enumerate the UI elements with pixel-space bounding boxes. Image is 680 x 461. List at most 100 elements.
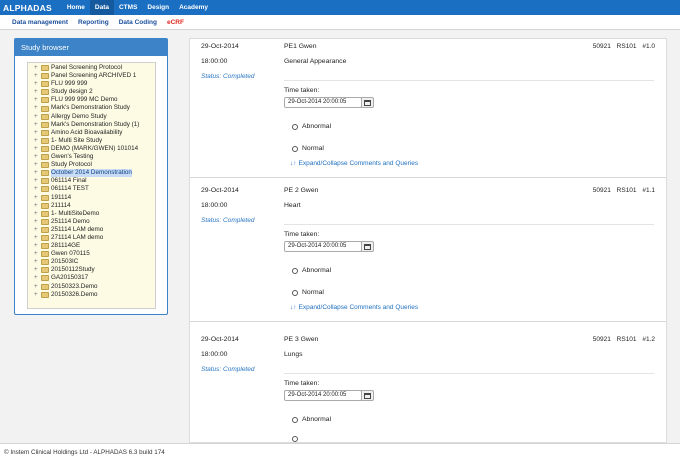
expand-plus-icon[interactable]: + xyxy=(34,177,41,185)
radio-abnormal[interactable]: Abnormal xyxy=(292,267,331,274)
expand-plus-icon[interactable]: + xyxy=(34,258,41,266)
expand-plus-icon[interactable]: + xyxy=(34,242,41,250)
expand-plus-icon[interactable]: + xyxy=(34,283,41,291)
tree-item[interactable]: + Gwen's Testing xyxy=(28,153,155,161)
calendar-button[interactable] xyxy=(361,241,374,252)
radio-icon[interactable] xyxy=(292,436,298,442)
radio-normal[interactable]: Normal xyxy=(292,289,324,296)
tree-item[interactable]: + Mark's Demonstration Study xyxy=(28,104,155,112)
expand-plus-icon[interactable]: + xyxy=(34,274,41,282)
tree-item[interactable]: +201503IC xyxy=(28,258,155,266)
expand-plus-icon[interactable]: + xyxy=(34,234,41,242)
nav-ctms[interactable]: CTMS xyxy=(114,0,142,15)
folder-icon xyxy=(41,162,49,169)
nav-design[interactable]: Design xyxy=(142,0,174,15)
tree-item[interactable]: + Study Protocol xyxy=(28,161,155,169)
expand-plus-icon[interactable]: + xyxy=(34,161,41,169)
tree-item[interactable]: +281114GE xyxy=(28,242,155,250)
expand-plus-icon[interactable]: + xyxy=(34,218,41,226)
tree-item-label: 061114 TEST xyxy=(51,185,89,193)
tree-item-label: 20150323.Demo xyxy=(51,282,98,290)
tree-item[interactable]: +061114 TEST xyxy=(28,185,155,193)
tree-item[interactable]: + Study design 2 xyxy=(28,88,155,96)
tree-item[interactable]: +20150112Study xyxy=(28,266,155,274)
expand-plus-icon[interactable]: + xyxy=(34,250,41,258)
tree-item-label: Mark's Demonstration Study xyxy=(51,104,130,112)
subnav-ecrf[interactable]: eCRF xyxy=(167,19,184,26)
tree-item[interactable]: +271114 LAM demo xyxy=(28,234,155,242)
tree-item[interactable]: + GA20150317 xyxy=(28,274,155,282)
expand-plus-icon[interactable]: + xyxy=(34,185,41,193)
tree-item[interactable]: +1- MultiSiteDemo xyxy=(28,210,155,218)
expand-plus-icon[interactable]: + xyxy=(34,121,41,129)
tree-item[interactable]: + October 2014 Demonstration xyxy=(28,169,155,178)
radio-abnormal[interactable]: Abnormal xyxy=(292,416,331,423)
radio-icon[interactable] xyxy=(292,416,298,423)
tree-item[interactable]: + Mark's Demonstration Study (1) xyxy=(28,121,155,129)
expand-plus-icon[interactable]: + xyxy=(34,64,41,72)
expand-plus-icon[interactable]: + xyxy=(34,266,41,274)
tree-item[interactable]: +061114 Final xyxy=(28,177,155,185)
radio-normal[interactable]: Normal xyxy=(292,145,324,152)
expand-collapse-label: Expand/Collapse Comments and Queries xyxy=(298,160,419,167)
app-logo[interactable]: ALPHADAS xyxy=(0,3,62,13)
radio-icon[interactable] xyxy=(292,145,298,152)
tree-item[interactable]: + FLU 999 999 xyxy=(28,80,155,88)
expand-plus-icon[interactable]: + xyxy=(34,129,41,137)
expand-collapse-link[interactable]: ↓↑ Expand/Collapse Comments and Queries xyxy=(290,160,418,167)
expand-plus-icon[interactable]: + xyxy=(34,137,41,145)
expand-plus-icon[interactable]: + xyxy=(34,96,41,104)
nav-academy[interactable]: Academy xyxy=(174,0,213,15)
record-title: PE 2 Gwen xyxy=(284,187,319,194)
expand-plus-icon[interactable]: + xyxy=(34,88,41,96)
tree-item[interactable]: +211114 xyxy=(28,202,155,210)
tree-item[interactable]: + DEMO (MARK/GWEN) 101014 xyxy=(28,145,155,153)
expand-plus-icon[interactable]: + xyxy=(34,113,41,121)
radio-abnormal[interactable]: Abnormal xyxy=(292,123,331,130)
radio-icon[interactable] xyxy=(292,289,298,296)
time-taken-input[interactable]: 29-Oct-2014 20:00:05 xyxy=(284,390,362,401)
folder-icon xyxy=(41,291,49,298)
tree-item[interactable]: +191114 xyxy=(28,194,155,202)
tree-item[interactable]: + Allergy Demo Study xyxy=(28,113,155,121)
tree-item[interactable]: +1- Multi Site Study xyxy=(28,137,155,145)
expand-plus-icon[interactable]: + xyxy=(34,145,41,153)
radio-icon[interactable] xyxy=(292,123,298,130)
expand-plus-icon[interactable]: + xyxy=(34,291,41,299)
tree-item[interactable]: + Gwen 070115 xyxy=(28,250,155,258)
time-taken-input[interactable]: 29-Oct-2014 20:00:05 xyxy=(284,241,362,252)
tree-item[interactable]: + Panel Screening Protocol xyxy=(28,64,155,72)
tree-item-label: 061114 Final xyxy=(51,177,87,185)
subnav-reporting[interactable]: Reporting xyxy=(78,19,109,26)
radio-icon[interactable] xyxy=(292,267,298,274)
nav-data[interactable]: Data xyxy=(89,0,114,15)
study-tree[interactable]: + Panel Screening Protocol + Panel Screenin… xyxy=(27,62,156,309)
tree-item[interactable]: +20150326.Demo xyxy=(28,291,155,299)
expand-plus-icon[interactable]: + xyxy=(34,72,41,80)
folder-icon xyxy=(41,275,49,282)
tree-item[interactable]: +20150323.Demo xyxy=(28,283,155,291)
tree-item[interactable]: + FLU 999 999 MC Demo xyxy=(28,96,155,104)
tree-item[interactable]: +251114 LAM demo xyxy=(28,226,155,234)
sub-navbar: Data management Reporting Data Coding eC… xyxy=(0,15,680,30)
nav-home[interactable]: Home xyxy=(62,0,90,15)
calendar-button[interactable] xyxy=(361,390,374,401)
subnav-data-management[interactable]: Data management xyxy=(12,19,68,26)
record-date: 29-Oct-2014 xyxy=(201,336,239,343)
expand-plus-icon[interactable]: + xyxy=(34,202,41,210)
ecrf-records-panel[interactable]: 29-Oct-2014 18:00:00 Status: Completed PE1 … xyxy=(189,38,667,443)
subnav-data-coding[interactable]: Data Coding xyxy=(119,19,157,26)
expand-plus-icon[interactable]: + xyxy=(34,169,41,177)
expand-plus-icon[interactable]: + xyxy=(34,226,41,234)
calendar-button[interactable] xyxy=(361,97,374,108)
expand-plus-icon[interactable]: + xyxy=(34,153,41,161)
tree-item[interactable]: + Amino Acid Bioavailability xyxy=(28,129,155,137)
expand-collapse-link[interactable]: ↓↑ Expand/Collapse Comments and Queries xyxy=(290,304,418,311)
expand-plus-icon[interactable]: + xyxy=(34,80,41,88)
expand-plus-icon[interactable]: + xyxy=(34,210,41,218)
expand-plus-icon[interactable]: + xyxy=(34,104,41,112)
expand-plus-icon[interactable]: + xyxy=(34,194,41,202)
tree-item[interactable]: + Panel Screening ARCHIVED 1 xyxy=(28,72,155,80)
time-taken-input[interactable]: 29-Oct-2014 20:00:05 xyxy=(284,97,362,108)
tree-item[interactable]: +251114 Demo xyxy=(28,218,155,226)
